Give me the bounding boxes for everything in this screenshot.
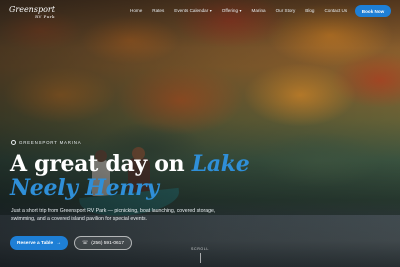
book-now-button[interactable]: Book Now [355, 5, 391, 17]
eyebrow-label: Greensport Marina [19, 140, 82, 145]
hero-background [0, 0, 400, 267]
hero-headline: A great day on Lake Neely Henry [10, 152, 310, 200]
chevron-down-icon: ▾ [209, 8, 212, 13]
scroll-line [199, 253, 201, 263]
nav-item-home[interactable]: Home [130, 8, 142, 13]
nav-item-contact-us[interactable]: Contact Us [324, 8, 347, 13]
hero-eyebrow: Greensport Marina [11, 140, 81, 145]
hero-overlay [0, 0, 400, 267]
nav-item-our-story[interactable]: Our Story [276, 8, 296, 13]
nav-item-marina[interactable]: Marina [252, 8, 266, 13]
arrow-right-icon: → [56, 240, 61, 246]
location-pin-icon [11, 140, 16, 145]
hero-description: Just a short trip from Greensport RV Par… [11, 208, 216, 222]
reserve-label: Reserve a Table [17, 240, 54, 246]
headline-plain: A great day on [10, 151, 192, 177]
phone-button[interactable]: ☏ (256) 591-0617 [74, 236, 132, 250]
phone-label: (256) 591-0617 [91, 240, 125, 246]
nav-item-blog[interactable]: Blog [305, 8, 314, 13]
top-nav: Greensport RV Park Home Rates Events Cal… [0, 0, 400, 24]
nav-item-events-calendar[interactable]: Events Calendar ▾ [174, 8, 211, 13]
logo[interactable]: Greensport RV Park [9, 6, 55, 20]
nav-item-offering[interactable]: Offering ▾ [222, 8, 242, 13]
logo-sub: RV Park [35, 14, 55, 19]
scroll-label: SCROLL [191, 247, 209, 251]
scroll-indicator[interactable]: SCROLL [190, 247, 210, 263]
chevron-down-icon: ▾ [239, 8, 242, 13]
nav-item-rates[interactable]: Rates [152, 8, 164, 13]
phone-icon: ☏ [81, 240, 89, 246]
main-menu: Home Rates Events Calendar ▾ Offering ▾ … [130, 8, 357, 13]
reserve-table-button[interactable]: Reserve a Table → [10, 236, 68, 250]
